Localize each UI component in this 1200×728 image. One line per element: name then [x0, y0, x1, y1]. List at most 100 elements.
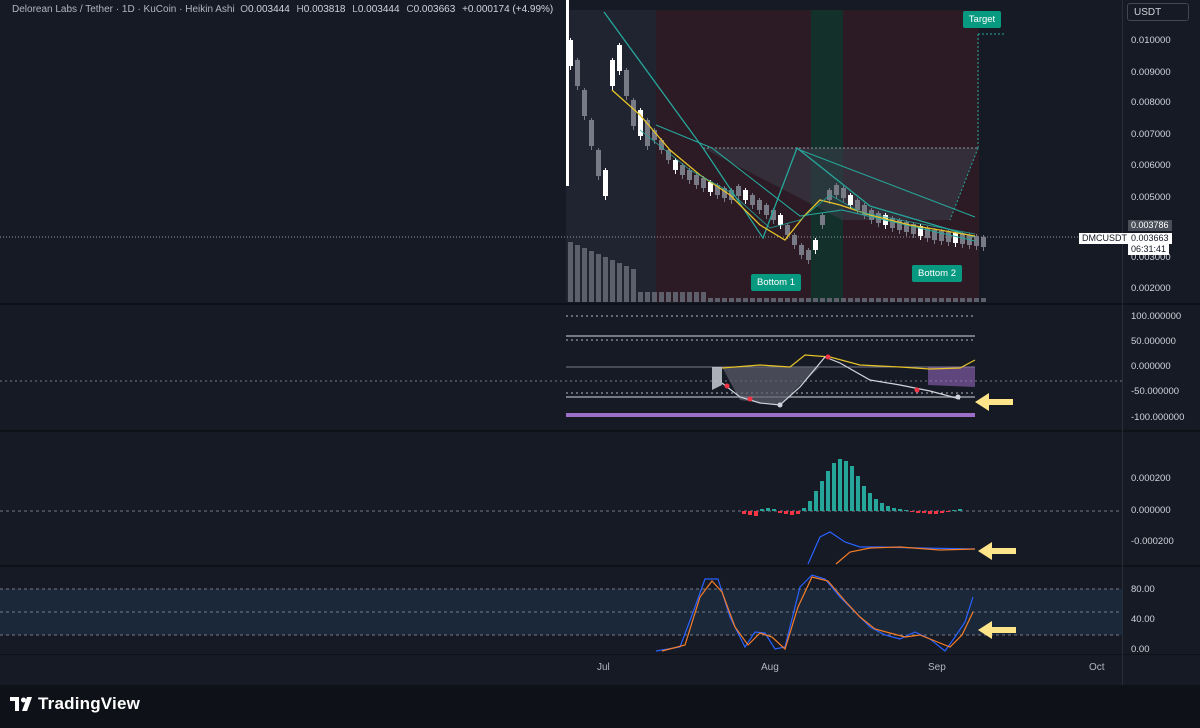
macd-bar [886, 506, 890, 511]
candle-body [596, 150, 601, 176]
volume-bar [778, 298, 783, 302]
volume-bar [603, 257, 608, 302]
volume-bar [715, 298, 720, 302]
volume-bar [589, 251, 594, 302]
symbol-title[interactable]: Delorean Labs / Tether · 1D · KuCoin · H… [12, 4, 235, 15]
oscillator-canvas[interactable] [0, 305, 1122, 430]
volume-bar [631, 269, 636, 302]
volume-bar [624, 266, 629, 302]
volume-bar [701, 292, 706, 302]
macd-tick: 0.000000 [1131, 505, 1171, 516]
candle-body [582, 90, 587, 116]
target-tag[interactable]: Target [963, 11, 1001, 28]
chart-legend[interactable]: Delorean Labs / Tether · 1D · KuCoin · H… [12, 4, 553, 15]
osc-tick: 100.000000 [1131, 311, 1182, 322]
volume-bar [799, 298, 804, 302]
last-price-label: 0.003663 [1128, 233, 1172, 244]
volume-bar [918, 298, 923, 302]
high-label: H [296, 4, 304, 15]
volume-bar [729, 298, 734, 302]
time-tick-aug: Aug [761, 662, 779, 673]
candle-body [848, 195, 853, 205]
macd-bar [958, 509, 962, 511]
macd-bar [850, 466, 854, 511]
volume-bar [722, 298, 727, 302]
macd-bar [748, 511, 752, 515]
volume-bar [806, 298, 811, 302]
candle-body [820, 215, 825, 225]
macd-bar [862, 486, 866, 511]
volume-bar [834, 298, 839, 302]
volume-bar [645, 292, 650, 302]
bottom1-tag[interactable]: Bottom 1 [751, 274, 801, 291]
volume-bar [841, 298, 846, 302]
tradingview-logo-icon [10, 697, 32, 711]
candle-body [673, 160, 678, 170]
volume-bar [876, 298, 881, 302]
candle-body [890, 218, 895, 228]
currency-selector[interactable]: USDT [1127, 3, 1189, 21]
macd-bar [790, 511, 794, 515]
volume-bar [694, 292, 699, 302]
candle-body [778, 215, 783, 225]
macd-bar [916, 511, 920, 513]
osc-tick: -50.000000 [1131, 386, 1180, 397]
stoch-scale[interactable] [1122, 567, 1200, 654]
macd-bar [928, 511, 932, 514]
volume-bar [855, 298, 860, 302]
volume-bar [687, 292, 692, 302]
arrow-icon [978, 542, 1016, 560]
tradingview-wordmark: TradingView [38, 694, 141, 713]
macd-bar [952, 510, 956, 511]
macd-bar [946, 511, 950, 512]
macd-bar [844, 461, 848, 511]
macd-bar [832, 463, 836, 511]
volume-bar [750, 298, 755, 302]
macd-bar [820, 481, 824, 511]
volume-bar [820, 298, 825, 302]
volume-bar [883, 298, 888, 302]
candle-body [792, 235, 797, 245]
scale-divider [1122, 0, 1123, 685]
candle-body [610, 60, 615, 86]
volume-bar [897, 298, 902, 302]
change-value: +0.000174 (+4.99%) [462, 4, 554, 15]
volume-bar [666, 292, 671, 302]
volume-bar [981, 298, 986, 302]
macd-bar [910, 511, 914, 512]
candle-body [946, 232, 951, 242]
volume-bar [673, 292, 678, 302]
bottom2-tag[interactable]: Bottom 2 [912, 265, 962, 282]
macd-bar [898, 509, 902, 511]
volume-bar [680, 292, 685, 302]
stochastic-canvas[interactable] [0, 567, 1122, 654]
volume-bar [974, 298, 979, 302]
stoch-tick: 80.00 [1131, 584, 1155, 595]
close-label: C [406, 4, 414, 15]
candle-body [617, 45, 622, 71]
volume-bar [792, 298, 797, 302]
macd-bar [742, 511, 746, 514]
macd-bar [880, 503, 884, 511]
macd-bar [766, 508, 770, 511]
candle-body [631, 100, 636, 126]
volume-bar [925, 298, 930, 302]
low-label: L [352, 4, 358, 15]
volume-bar [771, 298, 776, 302]
macd-bar [796, 511, 800, 514]
time-tick-sep: Sep [928, 662, 946, 673]
open-label: O [240, 4, 249, 15]
stoch-tick: 0.00 [1131, 644, 1150, 655]
macd-bar [892, 508, 896, 511]
macd-bar [868, 493, 872, 511]
macd-canvas[interactable] [0, 432, 1122, 565]
volume-bar [785, 298, 790, 302]
price-chart-canvas[interactable] [0, 0, 1122, 303]
price-tick: 0.006000 [1131, 160, 1171, 171]
candle-body [799, 245, 804, 255]
volume-bar [610, 260, 615, 302]
tradingview-logo[interactable]: TradingView [10, 694, 140, 714]
candle-body [834, 185, 839, 195]
macd-bar [838, 459, 842, 511]
candle-body [680, 165, 685, 175]
